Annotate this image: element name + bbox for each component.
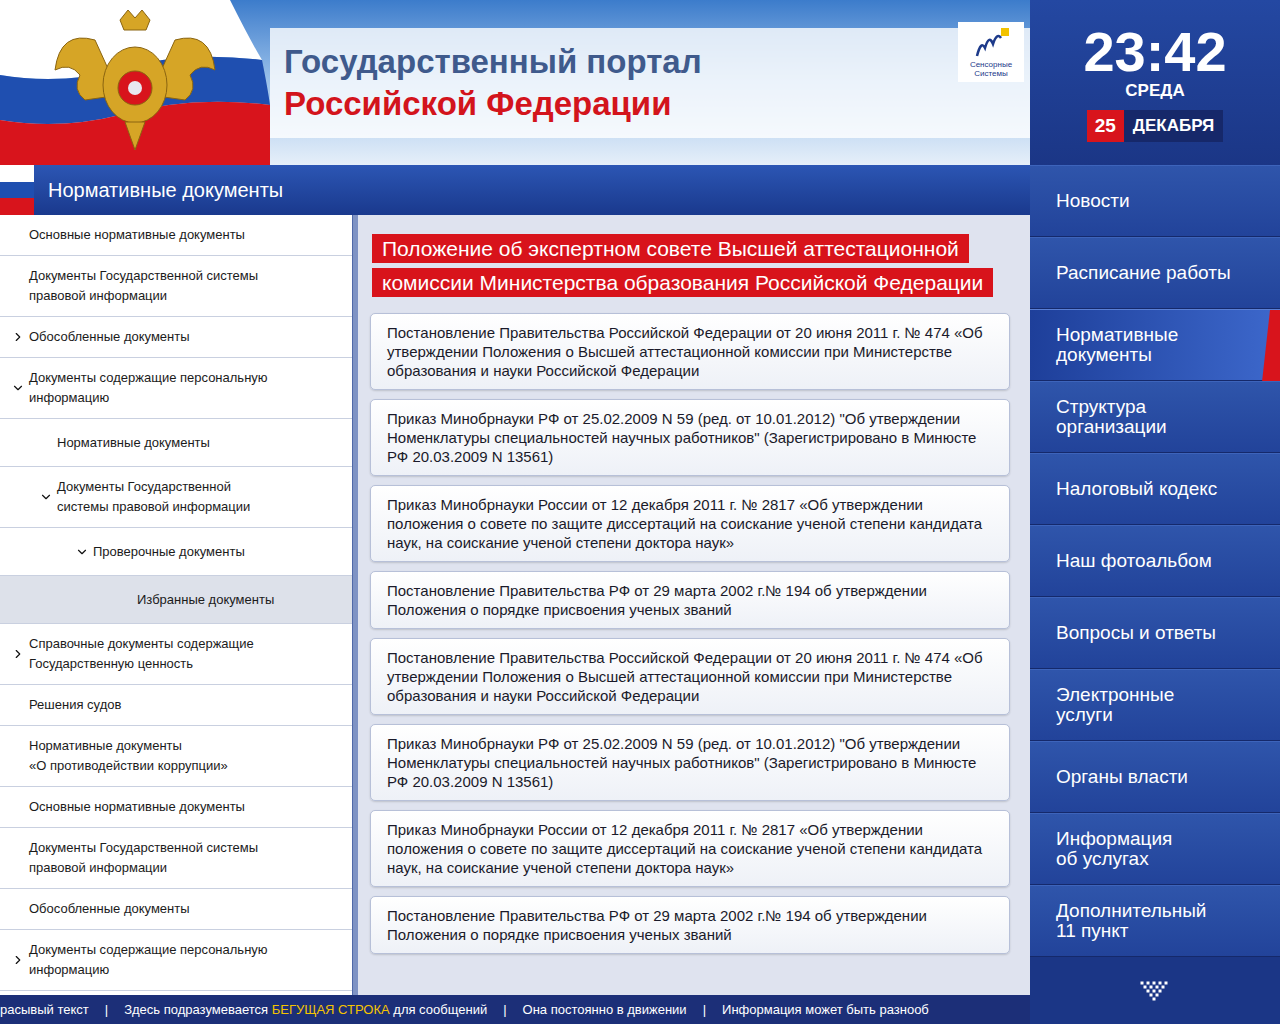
menu-footer	[1030, 957, 1280, 1024]
sidebar-item-label: Справочные документы содержащие Государс…	[29, 634, 254, 674]
portal-subtitle: Российской Федерации	[284, 83, 702, 125]
chevron-right-icon[interactable]	[11, 647, 25, 661]
ticker: расывый текст|Здесь подразумевается БЕГУ…	[0, 995, 1030, 1024]
content-title: Положение об экспертном совете Высшей ат…	[370, 232, 1006, 300]
sidebar-item[interactable]: Документы содержащие персональную информ…	[0, 358, 352, 419]
menu-item[interactable]: Наш фотоальбом	[1030, 525, 1280, 597]
chevron-right-icon[interactable]	[11, 953, 25, 967]
title-band: Государственный порталРоссийской Федерац…	[270, 28, 1030, 138]
clock-weekday: СРЕДА	[1125, 80, 1184, 102]
sidebar-item[interactable]: Документы содержащие персональную информ…	[0, 930, 352, 991]
ticker-message: Здесь подразумевается БЕГУЩАЯ СТРОКА для…	[124, 1000, 487, 1020]
menu-item[interactable]: Расписание работы	[1030, 237, 1280, 309]
clock-time: 23:42	[1083, 24, 1226, 80]
ticker-message: расывый текст	[0, 1000, 89, 1020]
header: Государственный порталРоссийской Федерац…	[0, 0, 1030, 165]
selected-marker-icon	[1262, 310, 1280, 382]
section-title: Нормативные документы	[48, 175, 283, 205]
sidebar-item-label: Избранные документы	[137, 590, 274, 610]
menu-item[interactable]: Электронные услуги	[1030, 669, 1280, 741]
ticker-separator: |	[89, 1000, 124, 1020]
portal-title: Государственный портал	[284, 41, 702, 83]
document-card[interactable]: Постановление Правительства Российской Ф…	[370, 313, 1010, 390]
right-column: 23:42СРЕДА 25ДЕКАБРЯ НовостиРасписание раб…	[1030, 0, 1280, 1024]
sidebar-item-label: Обособленные документы	[29, 327, 190, 347]
dots-icon[interactable]	[1138, 980, 1172, 1002]
content: Положение об экспертном совете Высшей ат…	[358, 215, 1030, 995]
menu-item[interactable]: Налоговый кодекс	[1030, 453, 1280, 525]
sidebar-item[interactable]: Документы Государственной системы правов…	[0, 828, 352, 889]
sidebar-item-label: Нормативные документы «О противодействии…	[29, 736, 228, 776]
logo-icon	[971, 26, 1011, 60]
document-card[interactable]: Приказ Минобрнауки РФ от 25.02.2009 N 59…	[370, 399, 1010, 476]
sidebar-item-label: Решения судов	[29, 695, 121, 715]
emblem-icon	[0, 0, 270, 165]
document-card[interactable]: Постановление Правительства РФ от 29 мар…	[370, 571, 1010, 629]
body: Основные нормативные документы Документы …	[0, 215, 1030, 995]
menu-item[interactable]: Нормативные документы	[1030, 309, 1280, 381]
kiosk-screen: Государственный порталРоссийской Федерац…	[0, 0, 1280, 1024]
sponsor-logo: Сенсорные Системы	[958, 22, 1024, 82]
sidebar-item-label: Обособленные документы	[29, 899, 190, 919]
main-column: Государственный порталРоссийской Федерац…	[0, 0, 1030, 1024]
ticker-separator: |	[687, 1000, 722, 1020]
ticker-message: Она постоянно в движении	[523, 1000, 687, 1020]
sidebar: Основные нормативные документы Документы …	[0, 215, 352, 995]
chevron-down-icon[interactable]	[39, 490, 53, 504]
menu-item[interactable]: Информация об услугах	[1030, 813, 1280, 885]
sidebar-item[interactable]: Документы Государственной системы правов…	[0, 256, 352, 317]
document-card[interactable]: Приказ Минобрнауки России от 12 декабря …	[370, 810, 1010, 887]
flag-icon	[0, 165, 34, 215]
document-card[interactable]: Приказ Минобрнауки России от 12 декабря …	[370, 485, 1010, 562]
chevron-down-icon[interactable]	[11, 381, 25, 395]
sidebar-item-label: Документы содержащие персональную информ…	[29, 368, 268, 408]
sidebar-item-label: Документы Государственной системы правов…	[29, 266, 258, 306]
sidebar-item[interactable]: Нормативные документы	[0, 419, 352, 467]
clock: 23:42СРЕДА 25ДЕКАБРЯ	[1030, 0, 1280, 165]
sidebar-item-label: Документы Государственной системы правов…	[57, 477, 250, 517]
document-card[interactable]: Постановление Правительства Российской Ф…	[370, 638, 1010, 715]
sidebar-item-label: Проверочные документы	[93, 542, 245, 562]
sidebar-item-label: Документы содержащие персональную информ…	[29, 940, 268, 980]
sidebar-item-label: Основные нормативные документы	[29, 797, 245, 817]
sidebar-item[interactable]: Решения судов	[0, 685, 352, 726]
ticker-separator: |	[487, 1000, 522, 1020]
sidebar-item[interactable]: Обособленные документы	[0, 889, 352, 930]
menu-item[interactable]: Дополнительный 11 пункт	[1030, 885, 1280, 957]
sidebar-item[interactable]: Избранные документы	[0, 576, 352, 624]
sidebar-item-label: Документы Государственной системы правов…	[29, 838, 258, 878]
sidebar-item[interactable]: Основные нормативные документы	[0, 787, 352, 828]
ticker-message: Информация может быть разнооб	[722, 1000, 929, 1020]
chevron-right-icon[interactable]	[11, 330, 25, 344]
sidebar-item[interactable]: Основные нормативные документы	[0, 215, 352, 256]
menu-item[interactable]: Структура организации	[1030, 381, 1280, 453]
menu-item[interactable]: Вопросы и ответы	[1030, 597, 1280, 669]
sidebar-item[interactable]: Проверочные документы	[0, 528, 352, 576]
section-bar: Нормативные документы	[0, 165, 1030, 215]
sidebar-item[interactable]: Обособленные документы	[0, 317, 352, 358]
menu-item[interactable]: Органы власти	[1030, 741, 1280, 813]
document-card[interactable]: Приказ Минобрнауки РФ от 25.02.2009 N 59…	[370, 724, 1010, 801]
sidebar-item-label: Нормативные документы	[57, 433, 210, 453]
menu-item[interactable]: Новости	[1030, 165, 1280, 237]
clock-date: 25ДЕКАБРЯ	[1087, 110, 1224, 142]
sidebar-item-label: Основные нормативные документы	[29, 225, 245, 245]
document-card[interactable]: Постановление Правительства РФ от 29 мар…	[370, 896, 1010, 954]
sidebar-item[interactable]: Документы Государственной системы правов…	[0, 467, 352, 528]
chevron-down-icon[interactable]	[75, 545, 89, 559]
sidebar-item[interactable]: Справочные документы содержащие Государс…	[0, 624, 352, 685]
sidebar-item[interactable]: Нормативные документы «О противодействии…	[0, 726, 352, 787]
